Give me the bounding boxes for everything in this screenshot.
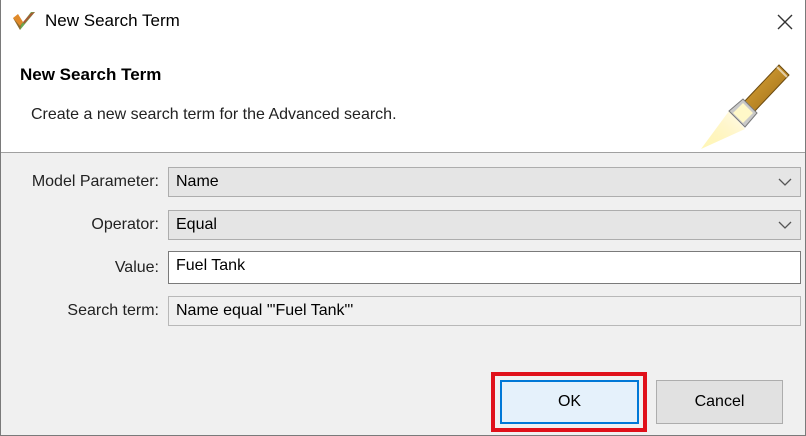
search-term-label: Search term: — [67, 302, 159, 319]
close-icon — [777, 14, 793, 30]
search-term-field: Name equal '"Fuel Tank"' — [168, 296, 801, 326]
value-input-text: Fuel Tank — [176, 257, 246, 274]
ok-button[interactable]: OK — [500, 380, 639, 424]
model-parameter-value: Name — [176, 173, 219, 190]
cancel-button[interactable]: Cancel — [656, 380, 783, 424]
footer-divider — [1, 350, 805, 351]
flashlight-icon — [699, 55, 791, 151]
search-term-value: Name equal '"Fuel Tank"' — [176, 302, 354, 319]
model-parameter-dropdown[interactable]: Name — [168, 167, 801, 197]
chevron-down-icon — [778, 178, 792, 186]
window-title: New Search Term — [45, 11, 180, 30]
new-search-term-dialog: New Search Term New Search Term Create a… — [0, 0, 806, 436]
header-banner: New Search Term Create a new search term… — [1, 45, 805, 153]
close-button[interactable] — [769, 6, 801, 38]
operator-dropdown[interactable]: Equal — [168, 210, 801, 240]
title-bar: New Search Term — [1, 0, 805, 45]
banner-title: New Search Term — [20, 65, 162, 84]
model-parameter-label: Model Parameter: — [31, 173, 159, 190]
operator-label: Operator: — [91, 216, 159, 233]
banner-description: Create a new search term for the Advance… — [31, 106, 397, 123]
chevron-down-icon — [778, 221, 792, 229]
value-label: Value: — [114, 259, 159, 276]
app-check-icon — [11, 10, 37, 34]
operator-value: Equal — [176, 216, 217, 233]
value-input[interactable]: Fuel Tank — [168, 251, 801, 284]
